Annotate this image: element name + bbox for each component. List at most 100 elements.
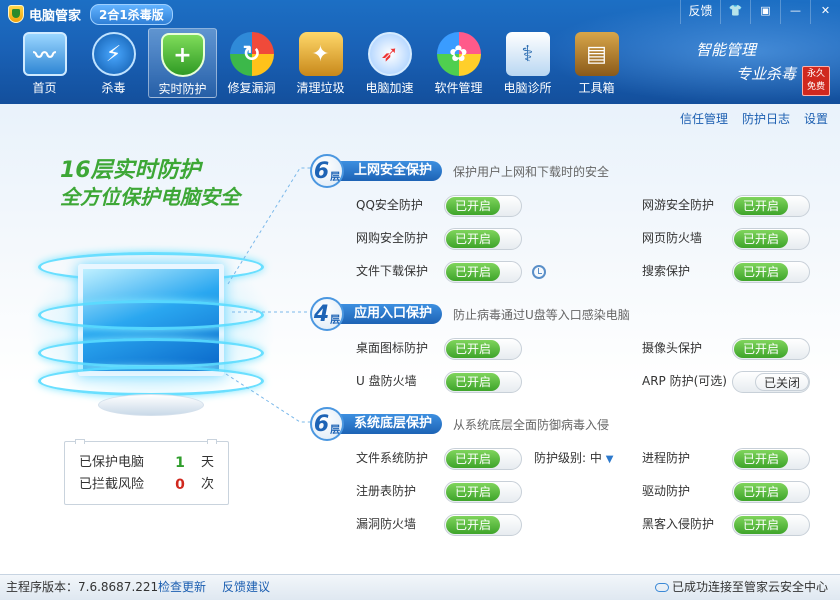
section-entry-protection: 4层 应用入口保护 防止病毒通过U盘等入口感染电脑 桌面图标防护 已开启 摄像头…: [310, 297, 830, 397]
free-badge: 永久 免费: [802, 66, 830, 96]
protected-days-row: 已保护电脑 1 天: [79, 453, 219, 473]
protection-level-value: 中: [589, 451, 602, 465]
feedback-link[interactable]: 反馈建议: [222, 575, 270, 600]
hacker-intrusion-toggle[interactable]: 已开启: [732, 514, 810, 536]
usb-firewall-toggle[interactable]: 已开启: [444, 371, 522, 393]
arp-protection-toggle[interactable]: 已关闭: [732, 371, 810, 393]
tool-toolbox[interactable]: ▤ 工具箱: [562, 28, 631, 98]
protection-level-label: 防护级别:: [534, 451, 587, 465]
tool-label: 实时防护: [158, 82, 207, 96]
skin-icon[interactable]: 👕: [720, 0, 750, 24]
game-protection-toggle[interactable]: 已开启: [732, 195, 810, 217]
settings-link[interactable]: 设置: [804, 110, 828, 127]
registry-protection-item: 注册表防护 已开启: [356, 480, 526, 503]
tool-clean[interactable]: ✦ 清理垃圾: [286, 28, 355, 98]
tool-label: 修复漏洞: [227, 81, 276, 95]
tool-diagnose[interactable]: ⚕ 电脑诊所: [493, 28, 562, 98]
software-icon: ✿: [436, 32, 481, 76]
item-name: 摄像头保护: [642, 341, 703, 355]
toggle-state: 已开启: [734, 230, 788, 248]
section-web-protection: 6层 上网安全保护 保护用户上网和下载时的安全 QQ安全防护 已开启 网游安全防…: [310, 154, 830, 290]
tool-speedup[interactable]: ➶ 电脑加速: [355, 28, 424, 98]
registry-protection-toggle[interactable]: 已开启: [444, 481, 522, 503]
section-header: 6层 上网安全保护 保护用户上网和下载时的安全: [310, 154, 830, 188]
qq-protection-toggle[interactable]: 已开启: [444, 195, 522, 217]
toggle-state: 已开启: [446, 230, 500, 248]
layer-count: 4: [313, 301, 330, 327]
feedback-button[interactable]: 反馈: [680, 0, 720, 24]
rocket-icon: ➶: [367, 32, 412, 76]
monitor-ring: [38, 366, 264, 396]
home-icon: 〰: [22, 32, 67, 76]
trust-management-link[interactable]: 信任管理: [680, 110, 728, 127]
stats-tab: [75, 439, 85, 444]
edition-badge: 2合1杀毒版: [90, 3, 173, 25]
web-firewall-item: 网页防火墙 已开启: [642, 227, 812, 250]
toolbox-icon: ▤: [574, 32, 619, 76]
toggle-state: 已开启: [734, 197, 788, 215]
layer-unit: 层: [330, 424, 341, 436]
search-protection-toggle[interactable]: 已开启: [732, 261, 810, 283]
item-name: 文件系统防护: [356, 451, 429, 465]
chevron-down-icon: ▼: [605, 454, 614, 465]
section-description: 保护用户上网和下载时的安全: [453, 165, 610, 179]
blocked-unit: 次: [201, 477, 215, 492]
item-name: 黑客入侵防护: [642, 517, 715, 531]
item-name: QQ安全防护: [356, 198, 423, 212]
toggle-state: 已开启: [446, 197, 500, 215]
close-icon[interactable]: ✕: [810, 0, 840, 24]
protected-label: 已保护电脑: [79, 455, 145, 470]
item-name: 漏洞防火墙: [356, 517, 417, 531]
tool-realtime[interactable]: + 实时防护: [148, 28, 217, 98]
monitor-illustration: [26, 234, 276, 424]
cloud-status-text: 已成功连接至管家云安全中心: [671, 580, 828, 594]
sub-links: 信任管理 防护日志 设置: [680, 110, 828, 127]
section-header: 6层 系统底层保护 从系统底层全面防御病毒入侵: [310, 407, 830, 441]
tool-home[interactable]: 〰 首页: [10, 28, 79, 98]
check-update-link[interactable]: 检查更新: [158, 575, 206, 600]
item-name: ARP 防护(可选): [642, 374, 727, 388]
process-protection-toggle[interactable]: 已开启: [732, 448, 810, 470]
item-name: 驱动防护: [642, 484, 691, 498]
window-controls: 反馈 👕 ▣ — ✕: [680, 0, 840, 24]
shield-icon: +: [160, 33, 205, 77]
desktop-icon-protection-toggle[interactable]: 已开启: [444, 338, 522, 360]
blocked-label: 已拦截风险: [79, 477, 145, 492]
shopping-protection-item: 网购安全防护 已开启: [356, 227, 526, 250]
filesystem-protection-toggle[interactable]: 已开启: [444, 448, 522, 470]
slogan-line-1: 智能管理: [695, 41, 756, 59]
blocked-risks-row: 已拦截风险 0 次: [79, 475, 219, 495]
driver-protection-toggle[interactable]: 已开启: [732, 481, 810, 503]
minimize-icon[interactable]: —: [780, 0, 810, 24]
monitor-stand: [98, 394, 204, 416]
section-title: 上网安全保护: [334, 161, 443, 181]
cloud-status: 已成功连接至管家云安全中心: [654, 575, 828, 600]
broom-icon: ✦: [298, 32, 343, 76]
menu-icon[interactable]: ▣: [750, 0, 780, 24]
tool-software[interactable]: ✿ 软件管理: [424, 28, 493, 98]
camera-protection-toggle[interactable]: 已开启: [732, 338, 810, 360]
toggle-state: 已开启: [446, 263, 500, 281]
qq-protection-item: QQ安全防护 已开启: [356, 194, 526, 217]
web-firewall-toggle[interactable]: 已开启: [732, 228, 810, 250]
vulnerability-firewall-toggle[interactable]: 已开启: [444, 514, 522, 536]
protection-level-select[interactable]: 防护级别: 中 ▼: [534, 447, 613, 471]
section-header: 4层 应用入口保护 防止病毒通过U盘等入口感染电脑: [310, 297, 830, 331]
section-description: 从系统底层全面防御病毒入侵: [453, 418, 610, 432]
layer-count-badge: 4层: [310, 297, 344, 331]
tool-repair[interactable]: ↻ 修复漏洞: [217, 28, 286, 98]
monitor-ring: [38, 338, 264, 368]
shopping-protection-toggle[interactable]: 已开启: [444, 228, 522, 250]
section-title: 应用入口保护: [334, 304, 443, 324]
download-protection-toggle[interactable]: 已开启: [444, 261, 522, 283]
hero-headline: 16层实时防护 全方位保护电脑安全: [60, 158, 240, 210]
protection-log-link[interactable]: 防护日志: [742, 110, 790, 127]
hero-line-1: 16层实时防护: [60, 158, 201, 183]
lightning-icon: ⚡: [91, 32, 136, 76]
app-logo-icon: [8, 5, 24, 23]
section-description: 防止病毒通过U盘等入口感染电脑: [453, 308, 630, 322]
stats-tab: [207, 439, 217, 444]
toggle-state: 已开启: [734, 483, 788, 501]
history-clock-icon[interactable]: [532, 265, 546, 279]
tool-antivirus[interactable]: ⚡ 杀毒: [79, 28, 148, 98]
